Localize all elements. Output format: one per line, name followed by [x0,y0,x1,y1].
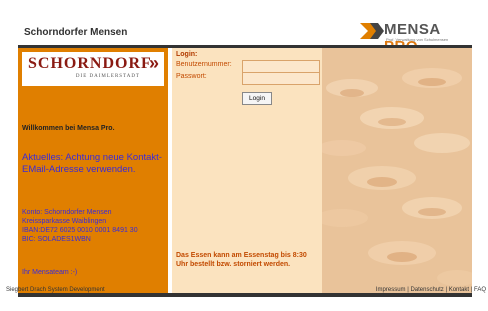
mensa-pro-logo-icon [360,23,384,39]
bank-line: Konto: Schorndorfer Mensen [22,209,112,216]
news-notice: Aktuelles: Achtung neue Kontakt-EMail-Ad… [22,152,162,175]
site-title: Schorndorfer Mensen [24,27,128,38]
order-deadline-notice: Das Essen kann am Essenstag bis 8:30 Uhr… [176,252,307,268]
mensa-pro-logo: MENSA PRO Prof. Verwaltung von Schulmens… [360,21,470,55]
schorndorf-logo: SCHORNDORF » DIE DAIMLERSTADT [22,52,164,86]
bank-line: BIC: SOLADES1WBN [22,236,91,243]
welcome-text: Willkommen bei Mensa Pro. [22,125,115,132]
footer-links: Impressum | Datenschutz | Kontakt | FAQ [375,287,486,293]
username-label: Benutzernummer: [176,61,232,68]
bank-details: Konto: Schorndorfer Mensen Kreissparkass… [22,208,166,244]
main-content: SCHORNDORF » DIE DAIMLERSTADT Willkommen… [18,48,472,293]
login-button[interactable]: Login [242,92,272,105]
food-background-image [322,48,472,293]
logo-sub-text: DIE DAIMLERSTADT [75,74,140,79]
bank-line: IBAN:DE72 6025 0010 0001 8491 30 [22,227,138,234]
footer-link-impressum[interactable]: Impressum [376,287,406,293]
bank-line: Kreissparkasse Waiblingen [22,218,107,225]
logo-main-text: SCHORNDORF [28,55,152,72]
brand-mensa: MENSA [384,21,441,38]
footer-link-kontakt[interactable]: Kontakt [449,287,469,293]
footer-credit: Siegbert Drach System Development [6,287,105,293]
password-label: Passwort: [176,73,207,80]
footer-link-faq[interactable]: FAQ [474,287,486,293]
login-panel: Login: Benutzernummer: Passwort: Login D… [172,48,322,293]
header: Schorndorfer Mensen MENSA PRO Prof. Verw… [18,18,472,55]
password-input[interactable] [242,72,320,85]
left-sidebar: SCHORNDORF » DIE DAIMLERSTADT Willkommen… [18,48,168,293]
brand-subtitle: Prof. Verwaltung von Schulmensen [386,37,449,42]
footer-link-datenschutz[interactable]: Datenschutz [410,287,443,293]
team-signature: Ihr Mensateam :-) [22,269,78,276]
food-photo [322,48,472,293]
chevron-right-icon: » [148,53,159,73]
page-frame: Schorndorfer Mensen MENSA PRO Prof. Verw… [18,18,472,298]
bottom-divider [18,293,472,297]
login-title: Login: [176,51,198,58]
